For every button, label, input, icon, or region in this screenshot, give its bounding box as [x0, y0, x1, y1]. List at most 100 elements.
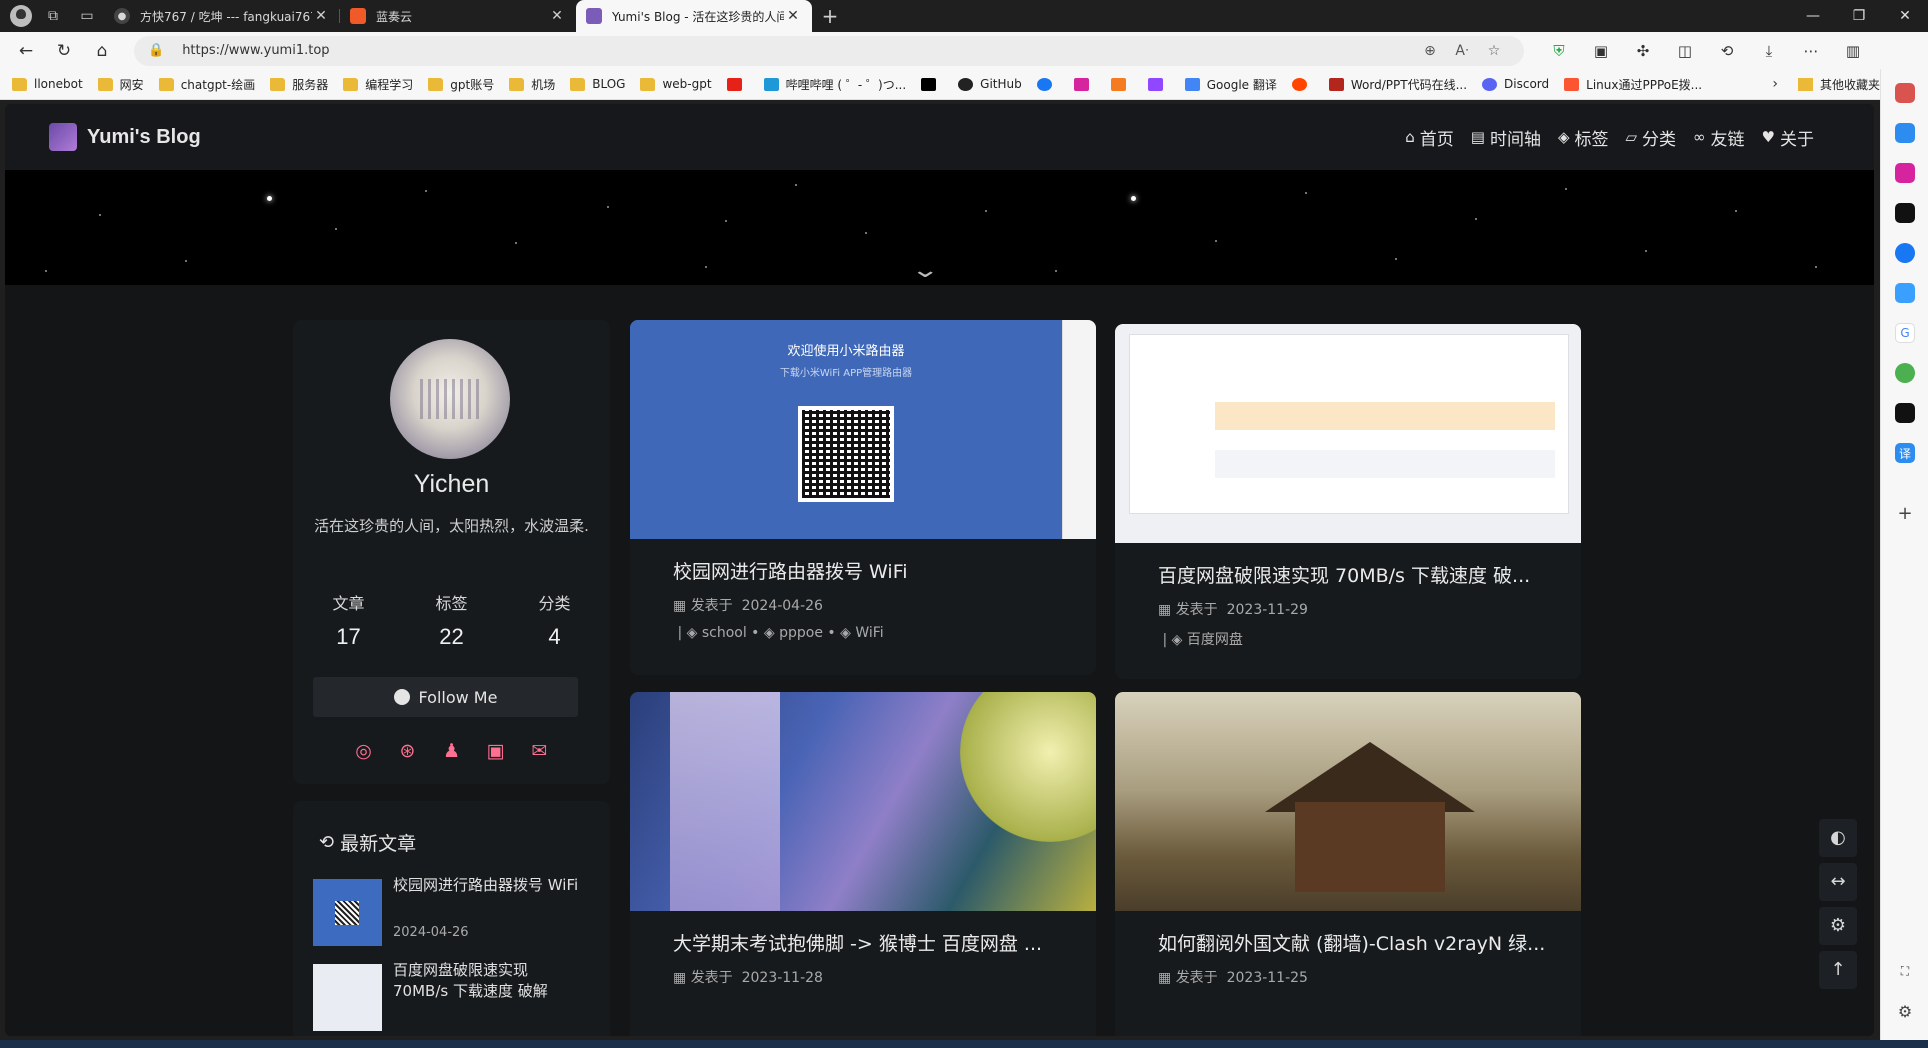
bookmark-folder[interactable]: chatgpt-绘画 [158, 76, 255, 93]
stat-tags[interactable]: 标签 22 [407, 590, 497, 650]
screenshot-icon[interactable]: ⛶ [1895, 961, 1915, 981]
bookmarks-overflow-chevron-icon[interactable]: › [1772, 76, 1778, 92]
tag-link[interactable]: pppoe [779, 625, 823, 641]
menu-timeline[interactable]: ▤ 时间轴 [1471, 125, 1541, 150]
post-card[interactable]: 百度网盘破限速实现 70MB/s 下载速度 破... ▦ 发表于 2023-11… [1115, 324, 1581, 679]
tab-lanzou[interactable]: 蓝奏云 ✕ [340, 0, 576, 32]
bookmark-github[interactable]: GitHub [958, 77, 1022, 91]
recent-post-title[interactable]: 校园网进行路由器拨号 WiFi [393, 875, 583, 896]
menu-about[interactable]: ♥ 关于 [1762, 125, 1814, 150]
profile-avatar[interactable] [6, 1, 36, 31]
post-cover[interactable] [1115, 692, 1581, 911]
more-menu-icon[interactable]: ⋯ [1790, 42, 1832, 60]
url-text[interactable]: https://www.yumi1.top [182, 43, 1414, 58]
close-tab-icon[interactable]: ✕ [312, 8, 330, 24]
close-tab-icon[interactable]: ✕ [548, 8, 566, 24]
sidebar-settings-icon[interactable]: ⚙ [1895, 1001, 1915, 1021]
tab-yumi-blog[interactable]: Yumi's Blog - 活在这珍贵的人间, ✕ [576, 0, 812, 32]
post-cover[interactable] [1115, 324, 1581, 543]
close-window-icon[interactable]: ✕ [1882, 8, 1928, 24]
post-card[interactable]: 欢迎使用小米路由器 下载小米WiFi APP管理路由器 校园网进行路由器拨号 W… [630, 320, 1096, 675]
bookmark-folder[interactable]: 网安 [97, 76, 144, 93]
split-screen-icon[interactable]: ◫ [1664, 42, 1706, 60]
tag-link[interactable]: school [702, 625, 747, 641]
home-icon[interactable]: ⌂ [84, 36, 120, 66]
recent-post-item[interactable]: 校园网进行路由器拨号 WiFi 2024-04-26 [313, 875, 590, 950]
site-logo[interactable] [49, 123, 77, 151]
toolbox-icon[interactable] [1895, 83, 1915, 103]
recent-post-title[interactable]: 百度网盘破限速实现 70MB/s 下载速度 破解 [393, 960, 583, 1002]
new-tab-button[interactable]: + [812, 4, 848, 28]
bookmark-app[interactable] [1110, 77, 1133, 91]
extension-icon[interactable]: ▣ [1580, 42, 1622, 60]
translate-icon[interactable]: 译 [1895, 443, 1915, 463]
site-info-icon[interactable]: 🔒 [148, 43, 164, 58]
post-title[interactable]: 大学期末考试抱佛脚 -> 猴博士 百度网盘 ... [673, 929, 1073, 956]
bookmark-x[interactable] [921, 77, 943, 91]
zoom-icon[interactable]: ⊕ [1414, 43, 1446, 59]
back-icon[interactable]: ← [8, 36, 44, 66]
width-toggle-icon[interactable]: ↔ [1819, 863, 1857, 901]
tag-link[interactable]: WiFi [855, 625, 883, 641]
google-icon[interactable]: G [1895, 323, 1915, 343]
menu-categories[interactable]: ▱ 分类 [1626, 125, 1677, 150]
post-title[interactable]: 百度网盘破限速实现 70MB/s 下载速度 破... [1158, 561, 1558, 588]
post-thumbnail[interactable] [313, 964, 382, 1031]
post-title[interactable]: 如何翻阅外国文献 (翻墙)-Clash v2rayN 绿... [1158, 929, 1558, 956]
tab-actions-icon[interactable]: ▭ [70, 0, 104, 32]
sidebar-toggle-icon[interactable]: ▥ [1832, 42, 1874, 60]
address-bar[interactable]: 🔒 https://www.yumi1.top ⊕ Aᐧ ☆ [134, 35, 1524, 66]
shield-extension-icon[interactable]: ⛨ [1538, 42, 1580, 60]
email-icon[interactable]: ✉ [518, 740, 562, 762]
downloads-icon[interactable]: ⤓ [1748, 42, 1790, 60]
bookmark-llonebot[interactable]: llonebot [12, 77, 83, 91]
tiktok-icon[interactable] [1895, 203, 1915, 223]
restore-icon[interactable]: ❐ [1836, 8, 1882, 24]
tab-github[interactable]: ● 方快767 / 吃坤 --- fangkuai767/忆 ✕ [104, 0, 340, 32]
openai-icon[interactable] [1895, 403, 1915, 423]
cloud-icon[interactable] [1895, 283, 1915, 303]
site-title[interactable]: Yumi's Blog [87, 126, 201, 149]
bookmark-folder[interactable]: 编程学习 [343, 76, 413, 93]
bookmark-folder[interactable]: gpt账号 [428, 76, 494, 93]
bookmark-youtube[interactable] [726, 77, 749, 91]
bookmark-word-ppt[interactable]: Word/PPT代码在线... [1328, 76, 1467, 93]
chrome-icon[interactable] [1895, 363, 1915, 383]
bookmark-linux-pppoe[interactable]: Linux通过PPPoE拨... [1564, 76, 1702, 93]
bookmark-reddit[interactable] [1291, 77, 1314, 91]
facebook-icon[interactable] [1895, 243, 1915, 263]
bookmark-folder[interactable]: 机场 [509, 76, 555, 93]
bookmark-facebook[interactable] [1036, 77, 1059, 91]
post-cover[interactable]: 欢迎使用小米路由器 下载小米WiFi APP管理路由器 [630, 320, 1096, 539]
post-card[interactable]: 如何翻阅外国文献 (翻墙)-Clash v2rayN 绿... ▦ 发表于 20… [1115, 692, 1581, 1036]
history-icon[interactable]: ⟲ [1706, 42, 1748, 60]
bookmark-twitch[interactable] [1147, 77, 1170, 91]
instagram-icon[interactable]: ◎ [342, 740, 386, 762]
stat-categories[interactable]: 分类 4 [510, 590, 600, 650]
scroll-down-chevron-icon[interactable]: ⌄ [910, 258, 940, 283]
steam-icon[interactable]: ⊛ [386, 740, 430, 762]
menu-home[interactable]: ⌂ 首页 [1405, 125, 1454, 150]
follow-me-button[interactable]: Follow Me [313, 677, 578, 717]
post-thumbnail[interactable] [313, 879, 382, 946]
bookmark-folder[interactable]: BLOG [570, 77, 625, 91]
menu-links[interactable]: ∞ 友链 [1693, 125, 1745, 150]
post-cover[interactable] [630, 692, 1096, 911]
close-tab-icon[interactable]: ✕ [784, 8, 802, 24]
recent-post-item[interactable]: 百度网盘破限速实现 70MB/s 下载速度 破解 [313, 960, 590, 1035]
tag-link[interactable]: 百度网盘 [1187, 632, 1243, 648]
qq-icon[interactable]: ♟ [430, 740, 474, 762]
reading-mode-icon[interactable]: ◐ [1819, 819, 1857, 857]
bookmark-instagram[interactable] [1073, 77, 1096, 91]
refresh-icon[interactable]: ↻ [46, 36, 82, 66]
bookmark-folder[interactable]: 服务器 [270, 76, 328, 93]
bookmark-discord[interactable]: Discord [1482, 77, 1549, 91]
bookmark-google-translate[interactable]: Google 翻译 [1184, 76, 1277, 93]
menu-tags[interactable]: ◈ 标签 [1558, 125, 1609, 150]
post-card[interactable]: 大学期末考试抱佛脚 -> 猴博士 百度网盘 ... ▦ 发表于 2023-11-… [630, 692, 1096, 1036]
minimize-icon[interactable]: — [1790, 8, 1836, 24]
stat-articles[interactable]: 文章 17 [304, 590, 394, 650]
send-icon[interactable] [1895, 123, 1915, 143]
read-aloud-icon[interactable]: Aᐧ [1446, 43, 1478, 59]
instagram-icon[interactable] [1895, 163, 1915, 183]
